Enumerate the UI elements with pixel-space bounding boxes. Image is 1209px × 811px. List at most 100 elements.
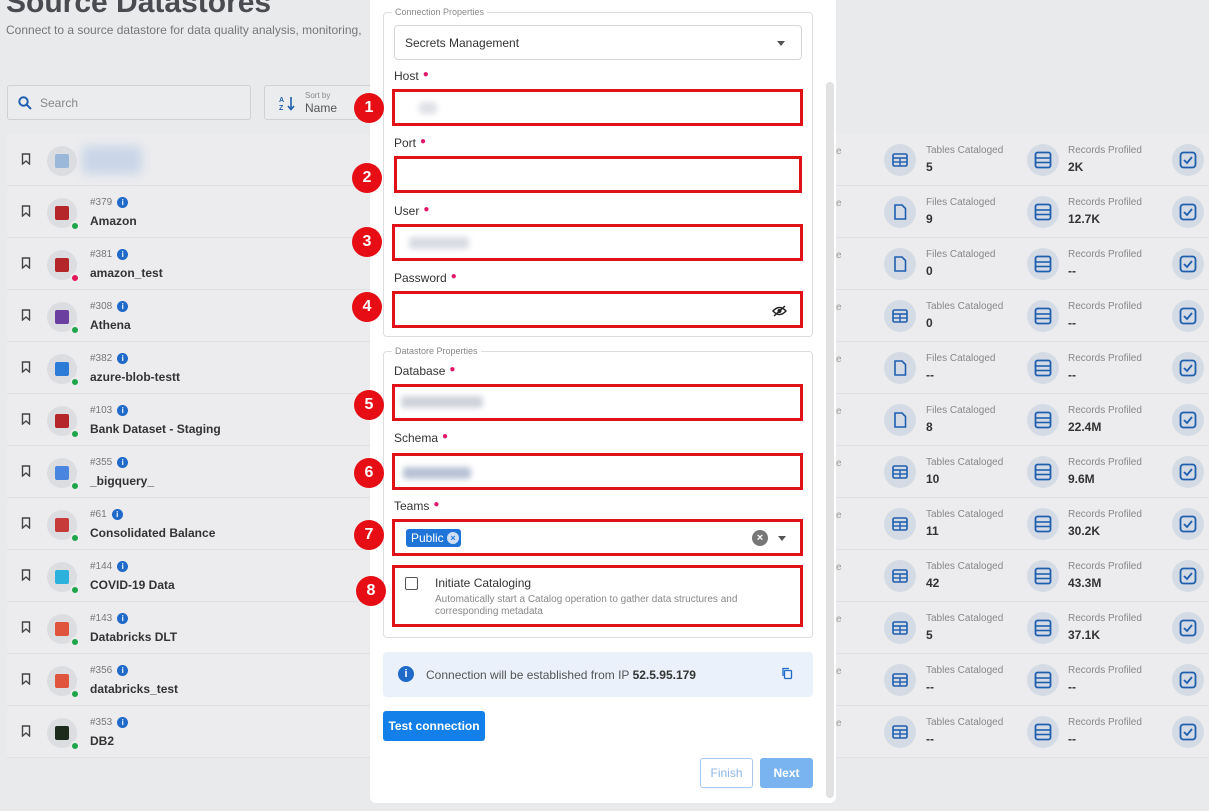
search-input[interactable]: Search	[7, 85, 251, 120]
finish-button[interactable]: Finish	[700, 758, 753, 788]
clear-icon[interactable]: ×	[752, 530, 768, 546]
bookmark-icon[interactable]	[21, 256, 31, 274]
info-icon[interactable]: i	[117, 353, 129, 364]
test-connection-button[interactable]: Test connection	[383, 711, 485, 741]
check-icon[interactable]	[1172, 248, 1204, 280]
schema-label: Schema ●	[394, 431, 449, 445]
records-icon	[1027, 716, 1059, 748]
metric1-value: --	[926, 680, 934, 694]
ip-notice-text: Connection will be established from IP 5…	[426, 668, 696, 682]
truncated-text: e	[836, 198, 842, 209]
bookmark-icon[interactable]	[21, 204, 31, 222]
password-input[interactable]	[392, 291, 803, 328]
datastore-name[interactable]: amazon_test	[90, 266, 163, 280]
connection-ip-notice: i Connection will be established from IP…	[383, 652, 813, 697]
bookmark-icon[interactable]	[21, 620, 31, 638]
page-subtitle: Connect to a source datastore for data q…	[6, 23, 362, 37]
table-icon	[884, 300, 916, 332]
info-icon[interactable]: i	[117, 301, 129, 312]
redacted-value	[401, 396, 483, 408]
datastore-name[interactable]: DB2	[90, 734, 114, 748]
teams-chevron-down-icon[interactable]	[778, 536, 786, 541]
bookmark-icon[interactable]	[21, 672, 31, 690]
bookmark-icon[interactable]	[21, 516, 31, 534]
datastore-name[interactable]: Athena	[90, 318, 131, 332]
check-icon[interactable]	[1172, 716, 1204, 748]
bookmark-icon[interactable]	[21, 360, 31, 378]
table-icon	[884, 560, 916, 592]
metric2-value: 30.2K	[1068, 524, 1101, 538]
datastore-id: #61 i	[90, 509, 123, 520]
datastore-name[interactable]: databricks_test	[90, 682, 178, 696]
table-icon	[884, 716, 916, 748]
metric2-label: Records Profiled	[1068, 197, 1142, 208]
bookmark-icon[interactable]	[21, 152, 31, 170]
info-icon[interactable]: i	[111, 509, 123, 520]
datastore-id: #356 i	[90, 665, 129, 676]
info-icon[interactable]: i	[117, 665, 129, 676]
sort-value: Name	[305, 100, 338, 115]
check-icon[interactable]	[1172, 560, 1204, 592]
annotation-badge: 1	[354, 93, 384, 123]
eye-off-icon[interactable]	[772, 305, 787, 317]
records-icon	[1027, 352, 1059, 384]
secrets-management-select[interactable]: Secrets Management	[394, 25, 802, 60]
metric2-value: 2K	[1068, 160, 1084, 174]
metric2-label: Records Profiled	[1068, 301, 1142, 312]
next-button[interactable]: Next	[760, 758, 813, 788]
modal-scrollbar[interactable]	[826, 82, 834, 798]
bookmark-icon[interactable]	[21, 412, 31, 430]
truncated-text: e	[836, 666, 842, 677]
check-icon[interactable]	[1172, 404, 1204, 436]
table-icon	[884, 664, 916, 696]
check-icon[interactable]	[1172, 352, 1204, 384]
metric1-label: Tables Cataloged	[926, 613, 1004, 624]
redacted-value	[403, 467, 471, 479]
info-icon[interactable]: i	[117, 717, 129, 728]
check-icon[interactable]	[1172, 664, 1204, 696]
bookmark-icon[interactable]	[21, 568, 31, 586]
info-icon[interactable]: i	[117, 613, 129, 624]
datastore-name[interactable]: azure-blob-testt	[90, 370, 180, 384]
host-input[interactable]	[392, 89, 803, 126]
records-icon	[1027, 196, 1059, 228]
user-input[interactable]	[392, 224, 803, 261]
team-chip-public[interactable]: Public ×	[406, 529, 461, 547]
datastore-name[interactable]: _bigquery_	[90, 474, 154, 488]
truncated-text: e	[836, 458, 842, 469]
info-icon[interactable]: i	[117, 561, 129, 572]
datastore-name[interactable]: Amazon	[90, 214, 137, 228]
bookmark-icon[interactable]	[21, 308, 31, 326]
host-label: Host ●	[394, 69, 429, 83]
datastore-id: #144 i	[90, 561, 129, 572]
info-icon[interactable]: i	[117, 197, 129, 208]
chip-remove-icon[interactable]: ×	[447, 532, 459, 544]
initiate-cataloging-checkbox[interactable]	[405, 577, 418, 590]
check-icon[interactable]	[1172, 456, 1204, 488]
file-icon	[884, 404, 916, 436]
status-dot	[70, 533, 80, 543]
status-dot	[70, 481, 80, 491]
status-dot	[70, 585, 80, 595]
metric1-value: 8	[926, 420, 933, 434]
bookmark-icon[interactable]	[21, 724, 31, 742]
datastore-name[interactable]: Consolidated Balance	[90, 526, 215, 540]
metric2-label: Records Profiled	[1068, 405, 1142, 416]
bookmark-icon[interactable]	[21, 464, 31, 482]
check-icon[interactable]	[1172, 144, 1204, 176]
datastore-name[interactable]: COVID-19 Data	[90, 578, 175, 592]
info-icon[interactable]: i	[117, 405, 129, 416]
database-input[interactable]	[392, 384, 803, 421]
status-dot	[70, 741, 80, 751]
datastore-name[interactable]: Databricks DLT	[90, 630, 177, 644]
port-input[interactable]	[394, 156, 802, 193]
copy-icon[interactable]	[781, 667, 793, 680]
info-icon[interactable]: i	[117, 457, 129, 468]
check-icon[interactable]	[1172, 196, 1204, 228]
datastore-name[interactable]: Bank Dataset - Staging	[90, 422, 221, 436]
info-icon[interactable]: i	[117, 249, 129, 260]
check-icon[interactable]	[1172, 300, 1204, 332]
check-icon[interactable]	[1172, 612, 1204, 644]
schema-input[interactable]	[392, 453, 803, 490]
check-icon[interactable]	[1172, 508, 1204, 540]
